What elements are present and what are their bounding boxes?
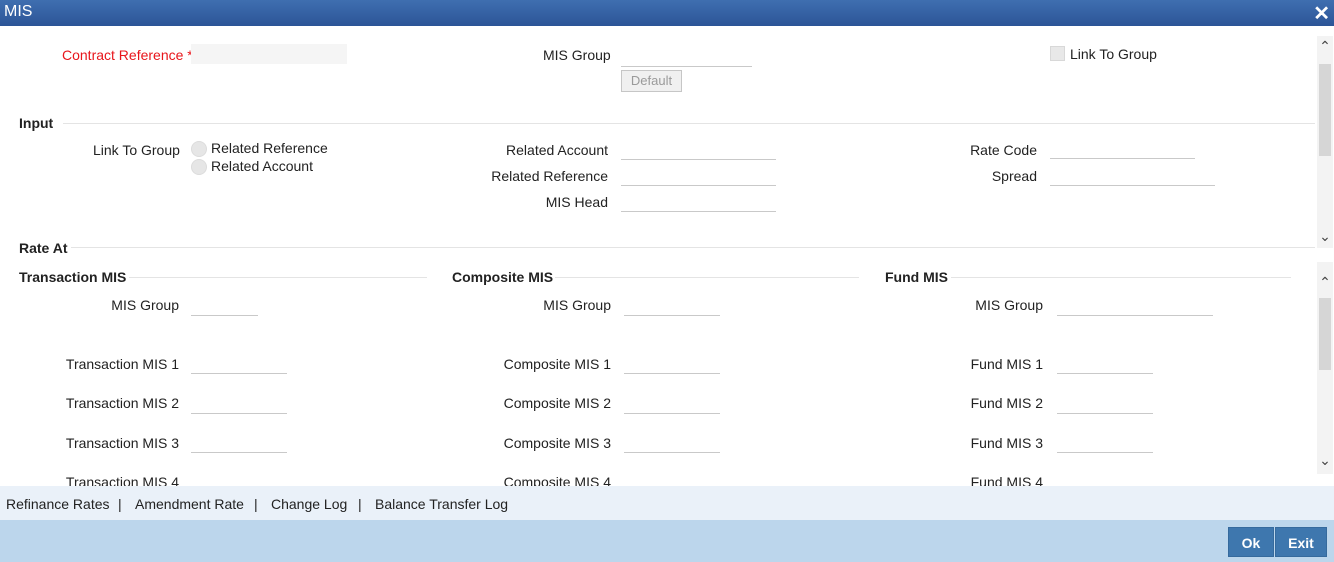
composite-mis-1-field[interactable] <box>624 354 720 374</box>
composite-mis-2-field[interactable] <box>624 394 720 414</box>
amendment-rate-link[interactable]: Amendment Rate <box>135 496 244 512</box>
balance-transfer-log-link[interactable]: Balance Transfer Log <box>375 496 508 512</box>
composite-mis-2-label: Composite MIS 2 <box>503 395 611 411</box>
fund-mis-1-field[interactable] <box>1057 354 1153 374</box>
scroll-up-icon[interactable]: ⌃ <box>1317 38 1333 55</box>
mis-head-field[interactable] <box>621 192 776 212</box>
composite-mis-3-label: Composite MIS 3 <box>503 435 611 451</box>
section-divider <box>63 123 1315 124</box>
transaction-mis-4-label: Transaction MIS 4 <box>65 474 179 486</box>
section-divider <box>129 277 427 278</box>
link-separator: | <box>118 496 122 512</box>
window-title: MIS <box>4 3 33 20</box>
link-bar: Refinance Rates | Amendment Rate | Chang… <box>0 486 1334 520</box>
related-account-label: Related Account <box>506 142 608 158</box>
main-content: Contract Reference * MIS Group Default L… <box>1 26 1333 486</box>
exit-button[interactable]: Exit <box>1275 527 1327 557</box>
scroll-down-icon[interactable]: ⌄ <box>1317 452 1333 469</box>
link-separator: | <box>254 496 258 512</box>
input-section-title: Input <box>19 115 54 131</box>
rate-code-label: Rate Code <box>970 142 1037 158</box>
lower-scrollbar[interactable]: ⌃ ⌄ <box>1317 262 1333 474</box>
transaction-mis-2-label: Transaction MIS 2 <box>65 395 179 411</box>
fund-mis-group-label: MIS Group <box>975 297 1043 313</box>
scroll-down-icon[interactable]: ⌄ <box>1317 228 1333 245</box>
fund-mis-3-label: Fund MIS 3 <box>970 435 1043 451</box>
transaction-mis-3-field[interactable] <box>191 433 287 453</box>
link-separator: | <box>358 496 362 512</box>
window-titlebar: MIS ✕ <box>0 0 1334 26</box>
fund-mis-title: Fund MIS <box>885 269 948 285</box>
rate-at-section-title: Rate At <box>19 240 68 256</box>
transaction-mis-group-field[interactable] <box>191 296 258 316</box>
mis-group-field[interactable] <box>621 47 752 67</box>
composite-mis-title: Composite MIS <box>452 269 554 285</box>
spread-label: Spread <box>991 168 1037 184</box>
fund-mis-1-label: Fund MIS 1 <box>970 356 1043 372</box>
fund-mis-2-label: Fund MIS 2 <box>970 395 1043 411</box>
related-reference-radio-label: Related Reference <box>211 140 328 156</box>
section-divider <box>951 277 1291 278</box>
composite-mis-1-label: Composite MIS 1 <box>503 356 611 372</box>
transaction-mis-title: Transaction MIS <box>19 269 127 285</box>
composite-mis-3-field[interactable] <box>624 433 720 453</box>
composite-mis-group-label: MIS Group <box>543 297 611 313</box>
related-account-field[interactable] <box>621 140 776 160</box>
related-account-radio[interactable] <box>191 159 207 175</box>
related-account-radio-label: Related Account <box>211 158 313 174</box>
scroll-up-icon[interactable]: ⌃ <box>1317 274 1333 291</box>
fund-mis-2-field[interactable] <box>1057 394 1153 414</box>
link-to-group-checkbox[interactable] <box>1050 46 1065 61</box>
link-to-group-label: Link To Group <box>93 142 180 158</box>
mis-group-label: MIS Group <box>543 47 611 63</box>
composite-mis-4-label: Composite MIS 4 <box>503 474 611 486</box>
contract-reference-label: Contract Reference * <box>62 47 193 63</box>
transaction-mis-3-label: Transaction MIS 3 <box>65 435 179 451</box>
close-icon[interactable]: ✕ <box>1313 1 1330 26</box>
transaction-mis-2-field[interactable] <box>191 394 287 414</box>
fund-mis-group-field[interactable] <box>1057 296 1213 316</box>
section-divider <box>71 247 1315 248</box>
mis-head-label: MIS Head <box>545 194 608 210</box>
scroll-thumb[interactable] <box>1319 298 1331 370</box>
section-divider <box>555 277 859 278</box>
fund-mis-3-field[interactable] <box>1057 433 1153 453</box>
contract-reference-field[interactable] <box>191 44 347 64</box>
change-log-link[interactable]: Change Log <box>271 496 347 512</box>
related-reference-label: Related Reference <box>491 168 608 184</box>
rate-code-field[interactable] <box>1050 139 1195 159</box>
link-to-group-checkbox-label: Link To Group <box>1070 46 1157 62</box>
scroll-thumb[interactable] <box>1319 64 1331 156</box>
ok-button[interactable]: Ok <box>1228 527 1274 557</box>
spread-field[interactable] <box>1050 166 1215 186</box>
default-button[interactable]: Default <box>621 70 682 92</box>
related-reference-radio[interactable] <box>191 141 207 157</box>
fund-mis-4-label: Fund MIS 4 <box>970 474 1043 486</box>
refinance-rates-link[interactable]: Refinance Rates <box>6 496 110 512</box>
transaction-mis-1-field[interactable] <box>191 354 287 374</box>
upper-scrollbar[interactable]: ⌃ ⌄ <box>1317 36 1333 248</box>
footer-bar: Ok Exit <box>0 520 1334 562</box>
related-reference-field[interactable] <box>621 166 776 186</box>
composite-mis-group-field[interactable] <box>624 296 720 316</box>
transaction-mis-group-label: MIS Group <box>111 297 179 313</box>
transaction-mis-1-label: Transaction MIS 1 <box>65 356 179 372</box>
